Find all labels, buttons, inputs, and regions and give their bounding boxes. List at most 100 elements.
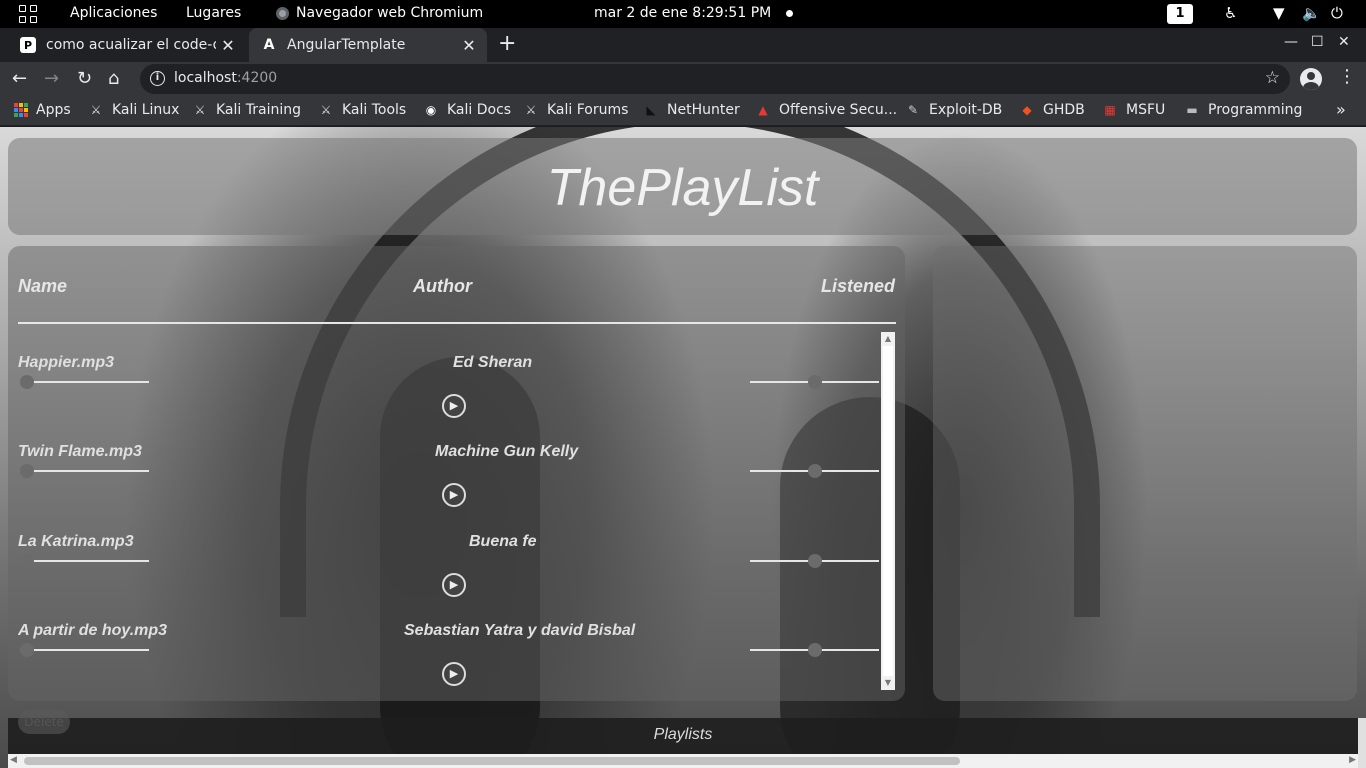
volume-slider-thumb[interactable]: [807, 643, 822, 657]
volume-slider-thumb[interactable]: [807, 554, 822, 568]
offsec-icon: ▲: [758, 103, 768, 117]
bookmark-kali-tools[interactable]: ⚔ Kali Tools: [318, 102, 407, 118]
song-author: Ed Sheran: [453, 354, 533, 371]
bookmark-ghdb[interactable]: ◆ GHDB: [1019, 102, 1085, 118]
tab-title: AngularTemplate: [287, 37, 406, 53]
progress-slider-thumb[interactable]: [20, 464, 34, 478]
song-row: A partir de hoy.mp3 Sebastian Yatra y da…: [18, 600, 890, 690]
volume-slider[interactable]: [750, 554, 879, 568]
scroll-right-arrow-icon[interactable]: ▶: [1349, 755, 1356, 765]
activities-menu[interactable]: Aplicaciones: [70, 5, 157, 21]
bookmark-nethunter[interactable]: ◣ NetHunter: [643, 102, 740, 118]
address-bar[interactable]: i localhost:4200 ☆: [140, 64, 1290, 94]
play-button[interactable]: ▶: [442, 394, 466, 418]
volume-slider[interactable]: [750, 464, 879, 478]
progress-slider-thumb[interactable]: [20, 375, 34, 389]
accessibility-icon[interactable]: ♿: [1224, 4, 1237, 22]
header-card: ThePlayList: [8, 138, 1357, 235]
song-list-scrollbar[interactable]: ▲ ▼: [881, 332, 895, 690]
system-top-bar: Aplicaciones Lugares Navegador web Chrom…: [0, 0, 1366, 28]
app-grid-icon[interactable]: [19, 5, 37, 23]
song-name: Twin Flame.mp3: [18, 443, 142, 460]
song-name: La Katrina.mp3: [18, 533, 134, 550]
new-tab-button[interactable]: +: [498, 31, 516, 56]
volume-slider-thumb[interactable]: [807, 375, 822, 389]
places-menu[interactable]: Lugares: [186, 5, 241, 21]
forward-button[interactable]: →: [44, 68, 59, 89]
page-horizontal-scrollbar[interactable]: ◀ ▶: [8, 754, 1358, 768]
delete-button[interactable]: Delete: [18, 710, 70, 734]
bookmark-msfu[interactable]: ▦ MSFU: [1102, 102, 1165, 118]
play-button[interactable]: ▶: [442, 662, 466, 686]
scrollbar-thumb[interactable]: [883, 346, 893, 676]
site-info-icon[interactable]: i: [150, 71, 165, 86]
url-host: localhost: [174, 70, 237, 86]
bookmark-star-icon[interactable]: ☆: [1265, 68, 1280, 88]
header-divider: [18, 322, 896, 324]
side-panel-card: [933, 246, 1357, 701]
volume-slider-thumb[interactable]: [807, 464, 822, 478]
profile-avatar-icon[interactable]: [1300, 68, 1322, 90]
tab-close-icon[interactable]: ✕: [216, 36, 240, 55]
minimize-button[interactable]: —: [1284, 34, 1298, 50]
tab-angular-template[interactable]: A AngularTemplate ✕: [249, 28, 487, 62]
home-button[interactable]: ⌂: [108, 68, 119, 89]
footer-bar: Playlists: [8, 718, 1358, 754]
close-window-button[interactable]: ✕: [1338, 34, 1350, 50]
playlists-link[interactable]: Playlists: [8, 726, 1358, 744]
bookmark-label: Kali Tools: [342, 102, 407, 118]
progress-slider[interactable]: [20, 643, 149, 657]
song-row: Twin Flame.mp3 Machine Gun Kelly 0 ▶: [18, 421, 890, 511]
angular-favicon-icon: A: [263, 37, 275, 53]
power-icon[interactable]: ⏻: [1331, 4, 1343, 22]
bookmark-label: NetHunter: [667, 102, 740, 118]
song-author: Sebastian Yatra y david Bisbal: [404, 622, 636, 639]
bookmark-kali-training[interactable]: ⚔ Kali Training: [192, 102, 301, 118]
bookmarks-overflow-button[interactable]: »: [1336, 100, 1346, 119]
play-button[interactable]: ▶: [442, 573, 466, 597]
bookmark-label: GHDB: [1043, 102, 1085, 118]
scroll-down-arrow-icon[interactable]: ▼: [881, 676, 895, 690]
play-button[interactable]: ▶: [442, 483, 466, 507]
bookmark-kali-forums[interactable]: ⚔ Kali Forums: [523, 102, 629, 118]
volume-slider[interactable]: [750, 643, 879, 657]
volume-icon[interactable]: 🔈: [1302, 4, 1321, 22]
bookmark-label: Kali Linux: [112, 102, 180, 118]
wifi-icon[interactable]: ▼: [1273, 4, 1285, 22]
volume-slider[interactable]: [750, 375, 879, 389]
browser-toolbar: ← → ↻ ⌂ i localhost:4200 ☆ ⋮: [0, 62, 1366, 96]
progress-slider-thumb[interactable]: [20, 554, 34, 568]
page-vertical-scrollbar[interactable]: [1358, 718, 1366, 768]
horizontal-scrollbar-thumb[interactable]: [24, 757, 960, 765]
browser-menu-button[interactable]: ⋮: [1338, 66, 1356, 87]
scroll-left-arrow-icon[interactable]: ◀: [10, 755, 17, 765]
workspace-indicator[interactable]: 1: [1167, 4, 1193, 24]
back-button[interactable]: ←: [12, 68, 27, 89]
song-row: Happier.mp3 Ed Sheran 0 ▶: [18, 332, 890, 422]
progress-slider-thumb[interactable]: [20, 643, 34, 657]
bookmark-apps[interactable]: Apps: [14, 102, 71, 118]
column-header-listened: Listened: [820, 276, 895, 296]
reload-button[interactable]: ↻: [77, 68, 92, 89]
bookmark-kali-linux[interactable]: ⚔ Kali Linux: [88, 102, 180, 118]
bookmark-offensive-security[interactable]: ▲ Offensive Secu...: [755, 102, 897, 118]
url-text[interactable]: localhost:4200: [174, 70, 277, 86]
kali-docs-icon: ◉: [425, 103, 437, 117]
column-header-author: Author: [413, 276, 472, 296]
bookmark-programming-folder[interactable]: ▬ Programming: [1184, 102, 1302, 118]
maximize-button[interactable]: ☐: [1311, 34, 1324, 50]
tab-strip: P como acualizar el code-os ✕ A AngularT…: [0, 28, 1366, 62]
clock[interactable]: mar 2 de ene 8:29:51 PM: [594, 5, 771, 21]
tab-code-os[interactable]: P como acualizar el code-os ✕: [8, 28, 246, 62]
bookmark-exploit-db[interactable]: ✎ Exploit-DB: [905, 102, 1002, 118]
page-title: ThePlayList: [546, 159, 819, 217]
active-app-label[interactable]: Navegador web Chromium: [296, 5, 483, 21]
song-list[interactable]: Happier.mp3 Ed Sheran 0 ▶ Twin Flame.mp3…: [18, 332, 890, 690]
scroll-up-arrow-icon[interactable]: ▲: [881, 332, 895, 346]
tab-close-icon[interactable]: ✕: [457, 36, 481, 55]
bookmark-label: Apps: [36, 102, 71, 118]
progress-slider[interactable]: [20, 375, 149, 389]
progress-slider[interactable]: [20, 554, 149, 568]
progress-slider[interactable]: [20, 464, 149, 478]
bookmark-kali-docs[interactable]: ◉ Kali Docs: [423, 102, 511, 118]
